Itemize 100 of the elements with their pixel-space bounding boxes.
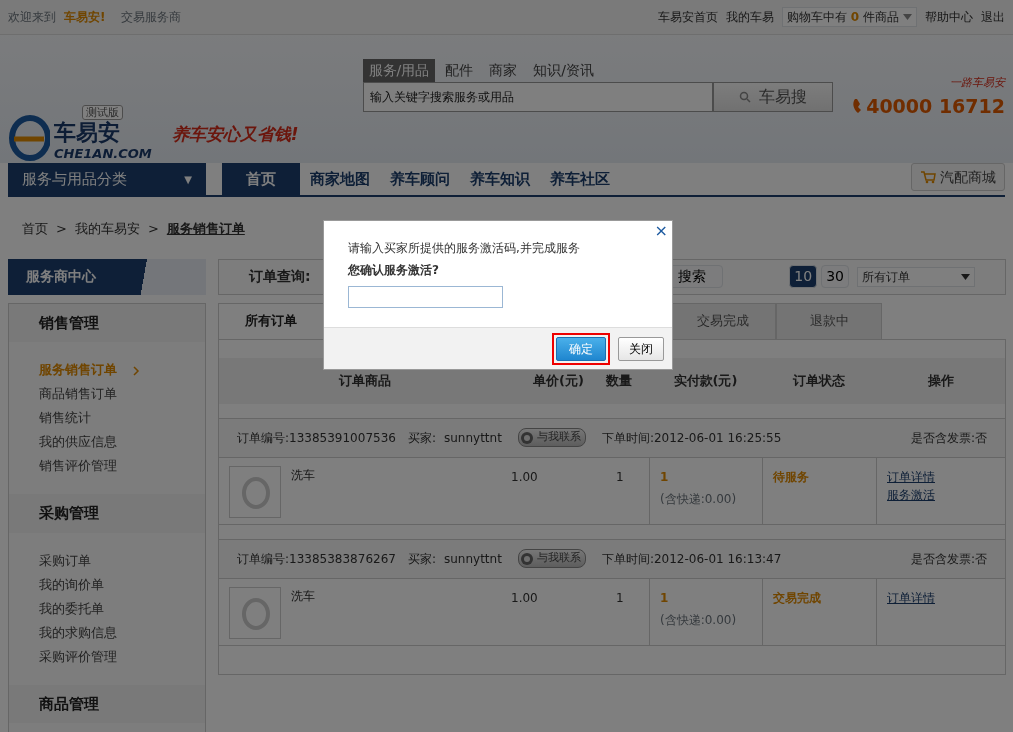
sidebar-item[interactable]: 我的求购信息 (9, 620, 205, 645)
sidebar-item[interactable]: 采购评价管理 (9, 644, 205, 669)
product-name: 洗车 (291, 466, 315, 484)
shipping-note: (含快递:0.00) (660, 611, 738, 629)
cart-text: 购物车中有 (786, 9, 847, 26)
buyer-label: 买家: (407, 550, 436, 568)
sidebar-item[interactable]: 销售评价管理 (9, 454, 205, 478)
order-status: 待服务 (773, 469, 809, 484)
invoice-text: 是否含发票:否 (910, 429, 987, 447)
shipping-note: (含快递:0.00) (660, 490, 738, 508)
query-label: 订单查询: (249, 267, 311, 286)
unit-price: 1.00 (511, 469, 538, 484)
breadcrumb-link[interactable]: 我的车易安 (74, 219, 140, 239)
search-tab[interactable]: 服务/用品 (362, 59, 436, 82)
logo-icon (8, 113, 50, 163)
paid-amount: 1 (660, 468, 670, 486)
breadcrumb-separator: > (147, 220, 159, 238)
sidebar-item[interactable]: 销售统计 (9, 406, 205, 430)
contact-button[interactable]: 与我联系 (517, 428, 586, 447)
dialog-question: 您确认服务激活? (348, 262, 440, 279)
column-header: 单价(元) (532, 371, 585, 390)
sidebar-item[interactable]: 我的委托单 (9, 596, 205, 621)
paid-amount: 1 (660, 589, 670, 607)
top-link[interactable]: 车易安首页 (657, 8, 718, 26)
product-thumbnail (229, 465, 281, 518)
cart-dropdown[interactable]: 购物车中有 0 件商品 (781, 7, 917, 27)
search-field[interactable]: 输入关键字搜索服务或用品 (362, 82, 713, 112)
order-tab[interactable]: 交易完成 (670, 302, 776, 339)
product-thumbnail (229, 586, 281, 639)
cancel-button[interactable]: 关闭 (618, 336, 664, 361)
nav-tab[interactable]: 养车社区 (540, 163, 620, 195)
cart-text: 件商品 (863, 9, 899, 26)
unit-price: 1.00 (511, 590, 538, 605)
caret-icon: ▼ (184, 171, 192, 187)
search-tab[interactable]: 商家 (483, 59, 524, 82)
search-tab[interactable]: 知识/资讯 (527, 59, 600, 82)
top-link[interactable]: 帮助中心 (925, 8, 973, 26)
sidebar-item[interactable]: 采购订单 (9, 548, 205, 573)
sidebar-item[interactable]: 我的询价单 (9, 572, 205, 597)
action-link[interactable]: 服务激活 (887, 485, 995, 504)
nav-tab[interactable]: 首页 (222, 163, 300, 195)
caret-icon (903, 14, 912, 20)
search-tab[interactable]: 配件 (439, 59, 480, 82)
beta-badge: 测试版 (82, 105, 124, 120)
column-header: 订单商品 (338, 371, 392, 390)
invoice-text: 是否含发票:否 (910, 550, 987, 568)
sidebar-item[interactable]: 商品销售订单 (9, 382, 205, 406)
order-number: 订单编号:13385383876267 (237, 550, 396, 568)
nav-tab[interactable]: 养车顾问 (380, 163, 460, 195)
contact-button[interactable]: 与我联系 (517, 549, 586, 568)
page-size-button[interactable]: 30 (821, 265, 849, 288)
nav-tab[interactable]: 商家地图 (300, 163, 380, 195)
buyer-label: 买家: (407, 429, 436, 447)
sidebar-title: 服务商中心 (8, 258, 206, 295)
buyer-name: sunnyttnt (444, 550, 502, 568)
action-link[interactable]: 订单详情 (887, 467, 995, 486)
breadcrumb-separator: > (56, 220, 67, 238)
hotline-caption: 一路车易安 (950, 75, 1005, 91)
dialog-message: 请输入买家所提供的服务激活码,并完成服务 (348, 240, 580, 257)
cart-icon (920, 170, 936, 184)
role-link[interactable]: 交易服务商 (121, 8, 182, 26)
product-name: 洗车 (291, 587, 315, 605)
hotline-number: 40000 16712 (866, 93, 1005, 119)
sidebar-item[interactable]: 我的供应信息 (9, 430, 205, 454)
mall-button[interactable]: 汽配商城 (911, 163, 1005, 191)
confirm-button[interactable]: 确定 (556, 336, 606, 361)
order-time: 下单时间:2012-06-01 16:13:47 (601, 550, 782, 568)
logo-name: 车易安 (54, 121, 121, 144)
order-filter[interactable]: 所有订单 (857, 266, 975, 287)
group-title: 销售管理 (9, 303, 205, 342)
column-header: 订单状态 (792, 371, 846, 390)
order-tab[interactable]: 所有订单 (218, 302, 324, 339)
nav-tab[interactable]: 养车知识 (460, 163, 540, 195)
search-button[interactable]: 车易搜 (712, 82, 833, 112)
group-title: 采购管理 (9, 494, 205, 533)
top-link[interactable]: 退出 (981, 8, 1005, 26)
quantity: 1 (616, 590, 624, 605)
category-menu[interactable]: 服务与用品分类 ▼ (8, 163, 206, 195)
column-header: 操作 (926, 371, 955, 390)
breadcrumb-link[interactable]: 首页 (22, 219, 48, 239)
order-number: 订单编号:13385391007536 (237, 429, 396, 447)
logo-domain: CHE1AN.COM (54, 144, 152, 163)
order-status: 交易完成 (773, 590, 821, 605)
page-size-button[interactable]: 10 (789, 265, 818, 288)
column-header: 数量 (606, 371, 633, 390)
close-button[interactable]: × (654, 221, 668, 241)
order-time: 下单时间:2012-06-01 16:25:55 (601, 429, 782, 447)
caret-icon (961, 273, 970, 280)
search-icon (738, 91, 751, 103)
action-link[interactable]: 订单详情 (887, 588, 995, 607)
welcome-text: 欢迎来到 (8, 9, 56, 26)
cart-count: 0 (850, 9, 859, 26)
top-link[interactable]: 我的车易 (725, 8, 774, 26)
buyer-name: sunnyttnt (444, 429, 502, 447)
group-title: 商品管理 (9, 684, 205, 723)
code-input-field[interactable] (348, 286, 503, 308)
breadcrumb-link[interactable]: 服务销售订单 (166, 219, 245, 239)
quantity: 1 (616, 469, 624, 484)
order-tab[interactable]: 退款中 (776, 302, 882, 339)
column-header: 实付款(元) (672, 371, 739, 390)
